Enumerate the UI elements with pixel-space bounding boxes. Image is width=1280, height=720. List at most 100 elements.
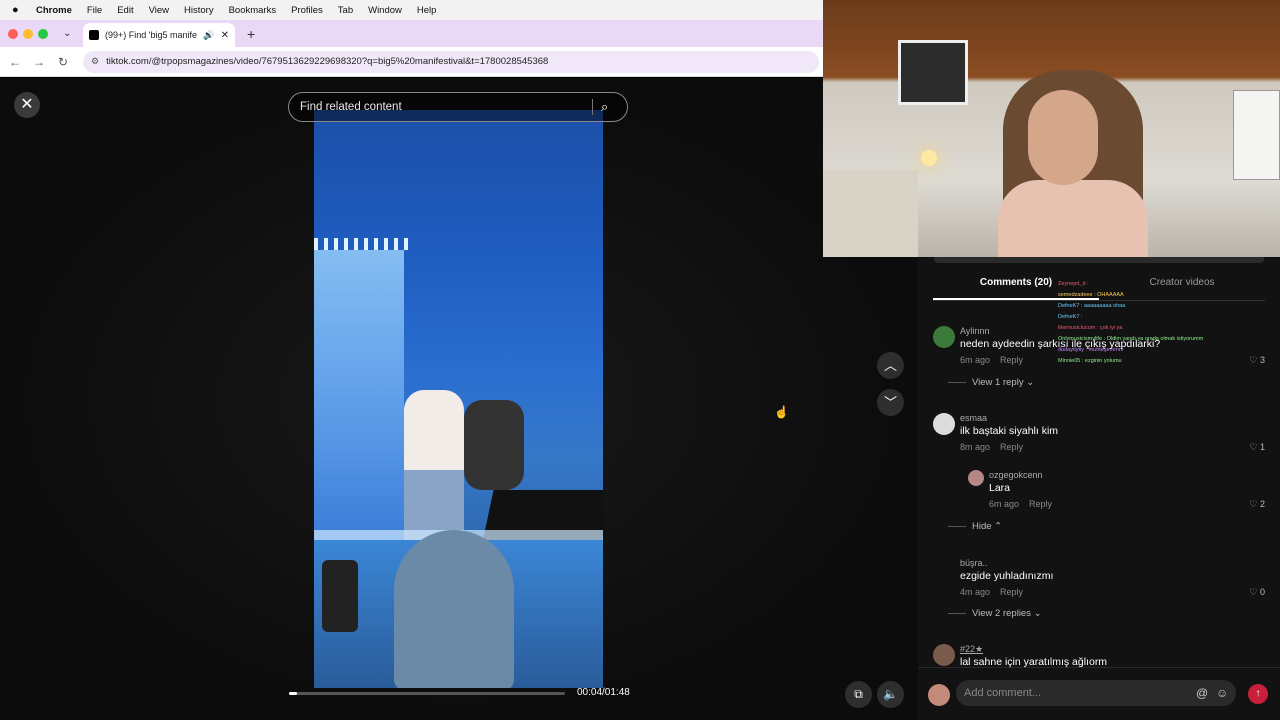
comment-text: Lara — [989, 482, 1011, 494]
avatar[interactable] — [933, 644, 955, 666]
chat-line: DefneK7 : aaaaaaaaa ohaa — [1058, 303, 1126, 309]
avatar[interactable] — [933, 558, 955, 580]
next-video-chevron-down-icon[interactable]: ﹀ — [877, 389, 904, 416]
comment-username[interactable]: büşra.. — [960, 558, 988, 568]
comment-meta: 8m ago Reply — [960, 442, 1023, 452]
window-controls — [8, 28, 53, 39]
like-count: 2 — [1259, 499, 1265, 509]
video-progress-fill — [289, 692, 298, 695]
site-info-icon[interactable]: ⚙ — [91, 56, 99, 67]
comments-panel: Comments (20) Creator videos Zeynepd_d :… — [918, 257, 1280, 720]
video-frame[interactable] — [314, 110, 603, 688]
comment-username[interactable]: ozgegokcenn — [989, 470, 1043, 480]
apple-menu-icon[interactable]: ● — [12, 4, 28, 16]
current-user-avatar — [928, 684, 950, 706]
previous-video-chevron-up-icon[interactable]: ︿ — [877, 352, 904, 379]
menu-help[interactable]: Help — [417, 5, 437, 16]
streamer-face — [1028, 90, 1098, 185]
avatar[interactable] — [933, 413, 955, 435]
menu-app-name[interactable]: Chrome — [36, 5, 72, 16]
speaker-icon[interactable]: 🔊 — [203, 30, 214, 41]
like-button[interactable]: ♡ 0 — [1249, 587, 1265, 598]
video-time: 00:04/01:48 — [577, 687, 630, 698]
stage-screen — [314, 250, 404, 550]
webcam-overlay — [823, 0, 1280, 257]
search-icon[interactable]: ⌕ — [601, 99, 627, 115]
url-text: tiktok.com/@trpopsmagazines/video/767951… — [106, 56, 549, 67]
floating-player-icon[interactable]: ⧉ — [845, 681, 872, 708]
reply-button[interactable]: Reply — [1000, 355, 1023, 365]
streamer-body — [998, 180, 1148, 257]
close-tab-icon[interactable]: ✕ — [221, 30, 229, 41]
room-lamp — [921, 150, 937, 166]
comment-time: 6m ago — [989, 499, 1020, 509]
copy-link-strip — [934, 257, 1264, 263]
close-window-button[interactable] — [8, 28, 18, 39]
view-replies-button[interactable]: View 2 replies ⌄ — [948, 608, 1042, 619]
tab-title: (99+) Find 'big5 manifesti — [105, 30, 198, 40]
menu-profiles[interactable]: Profiles — [291, 5, 323, 16]
menu-bookmarks[interactable]: Bookmarks — [229, 5, 277, 16]
performer-figure-2 — [464, 400, 524, 490]
back-arrow-icon[interactable]: ← — [3, 55, 27, 69]
send-comment-button[interactable]: ↑ — [1248, 684, 1268, 704]
reply-button[interactable]: Reply — [1029, 499, 1052, 509]
mouse-pointer-icon: ☝ — [774, 405, 789, 419]
tiktok-favicon-icon — [89, 30, 99, 40]
tab-search-chevron-icon[interactable]: ⌄ — [63, 28, 77, 39]
avatar[interactable] — [933, 326, 955, 348]
minimize-window-button[interactable] — [23, 28, 33, 39]
performer-figure — [404, 390, 464, 550]
emoji-icon[interactable]: ☺ — [1216, 686, 1236, 700]
audience-phone — [322, 560, 358, 632]
volume-icon[interactable]: 🔈 — [877, 681, 904, 708]
hide-replies-label: Hide — [972, 521, 992, 532]
add-comment-input[interactable]: Add comment... @ ☺ — [956, 680, 1236, 706]
like-button[interactable]: ♡ 3 — [1249, 355, 1265, 366]
chat-line: ilkemusiclucum : çok iyi ya — [1058, 325, 1123, 331]
chat-line: Minnie05 : ezginin yolumu — [1058, 358, 1122, 364]
room-window — [898, 40, 968, 105]
stream-chat-overlay: Zeynepd_d : semedzadeee : OHAAAAA DefneK… — [1058, 279, 1238, 367]
new-tab-button[interactable]: + — [247, 26, 255, 42]
menu-view[interactable]: View — [149, 5, 169, 16]
comment-username[interactable]: esmaa — [960, 413, 987, 423]
comment-meta: 4m ago Reply — [960, 587, 1023, 597]
reload-icon[interactable]: ↻ — [51, 55, 75, 69]
add-comment-placeholder: Add comment... — [964, 687, 1042, 699]
reply-button[interactable]: Reply — [1000, 442, 1023, 452]
menu-window[interactable]: Window — [368, 5, 402, 16]
menu-edit[interactable]: Edit — [117, 5, 133, 16]
menu-file[interactable]: File — [87, 5, 102, 16]
avatar[interactable] — [968, 470, 984, 486]
browser-tab[interactable]: (99+) Find 'big5 manifesti 🔊 ✕ — [83, 23, 235, 47]
forward-arrow-icon[interactable]: → — [27, 55, 51, 69]
related-search-bar[interactable]: Find related content ⌕ — [288, 92, 628, 122]
url-field[interactable]: ⚙ tiktok.com/@trpopsmagazines/video/7679… — [83, 50, 819, 73]
comment-text: neden aydeedin şarkısı ile çıkış yapdıla… — [960, 338, 1161, 350]
view-replies-label: View 1 reply — [972, 377, 1024, 388]
maximize-window-button[interactable] — [38, 28, 48, 39]
comment-meta: 6m ago Reply — [989, 499, 1052, 509]
related-search-placeholder: Find related content — [300, 101, 402, 113]
comment-time: 6m ago — [960, 355, 991, 365]
comment-text: ilk baştaki siyahlı kim — [960, 425, 1059, 437]
like-button[interactable]: ♡ 1 — [1249, 442, 1265, 453]
like-count: 0 — [1259, 587, 1265, 597]
comment-username[interactable]: #22★ — [960, 644, 983, 655]
chat-line: semedzadeee : OHAAAAA — [1058, 292, 1124, 298]
video-progress-bar[interactable] — [289, 692, 565, 695]
reply-button[interactable]: Reply — [1000, 587, 1023, 597]
like-count: 1 — [1259, 442, 1265, 452]
comment-username[interactable]: Aylinnn — [960, 326, 989, 336]
like-button[interactable]: ♡ 2 — [1249, 499, 1265, 510]
view-replies-label: View 2 replies — [972, 608, 1031, 619]
mac-menubar: ● Chrome File Edit View History Bookmark… — [0, 0, 823, 20]
hide-replies-button[interactable]: Hide ⌃ — [948, 521, 1002, 532]
menu-tab[interactable]: Tab — [338, 5, 353, 16]
mention-icon[interactable]: @ — [1196, 686, 1216, 700]
close-video-button[interactable]: ✕ — [14, 92, 40, 118]
chat-line: Zeynepd_d : — [1058, 281, 1089, 287]
view-replies-button[interactable]: View 1 reply ⌄ — [948, 377, 1034, 388]
menu-history[interactable]: History — [184, 5, 214, 16]
